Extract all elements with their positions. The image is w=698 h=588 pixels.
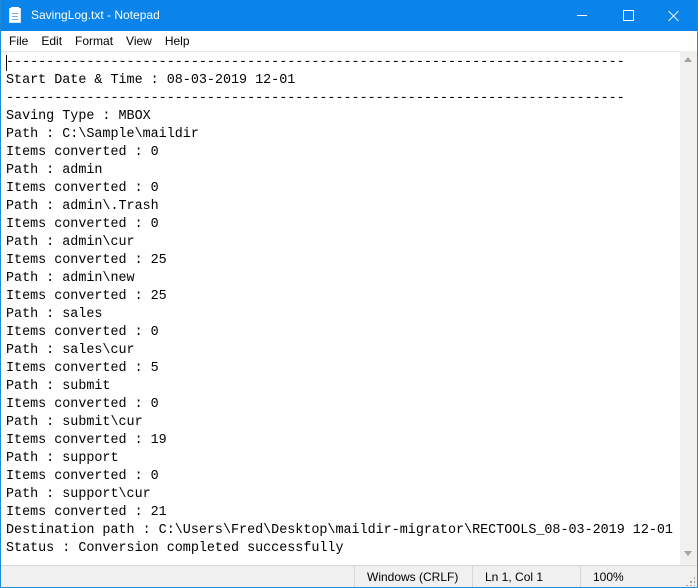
- menu-help[interactable]: Help: [158, 31, 196, 51]
- document-text[interactable]: ----------------------------------------…: [1, 52, 680, 558]
- notepad-icon[interactable]: [9, 7, 21, 23]
- title-bar[interactable]: SavingLog.txt - Notepad: [1, 0, 697, 31]
- window-title: SavingLog.txt - Notepad: [31, 8, 160, 22]
- menu-edit[interactable]: Edit: [34, 31, 68, 51]
- vertical-scrollbar[interactable]: [680, 51, 697, 565]
- text-caret: [6, 55, 7, 71]
- status-zoom: 100%: [580, 566, 697, 587]
- menu-file[interactable]: File: [1, 31, 34, 51]
- maximize-icon: [622, 10, 634, 21]
- close-button[interactable]: [651, 0, 697, 31]
- minimize-button[interactable]: [559, 0, 605, 31]
- status-bar: Windows (CRLF) Ln 1, Col 1 100%: [1, 565, 697, 587]
- close-icon: [668, 10, 680, 22]
- scroll-up-arrow-icon[interactable]: [684, 57, 692, 62]
- text-editor[interactable]: ----------------------------------------…: [1, 51, 680, 566]
- status-encoding: Windows (CRLF): [354, 566, 472, 587]
- menu-view[interactable]: View: [119, 31, 158, 51]
- menu-bar: File Edit Format View Help: [1, 31, 697, 51]
- minimize-icon: [577, 15, 587, 16]
- scroll-down-arrow-icon[interactable]: [684, 551, 692, 556]
- status-cursor-position: Ln 1, Col 1: [472, 566, 580, 587]
- menu-format[interactable]: Format: [68, 31, 119, 51]
- maximize-button[interactable]: [605, 0, 651, 31]
- notepad-window: SavingLog.txt - Notepad File Edit Format…: [0, 0, 698, 588]
